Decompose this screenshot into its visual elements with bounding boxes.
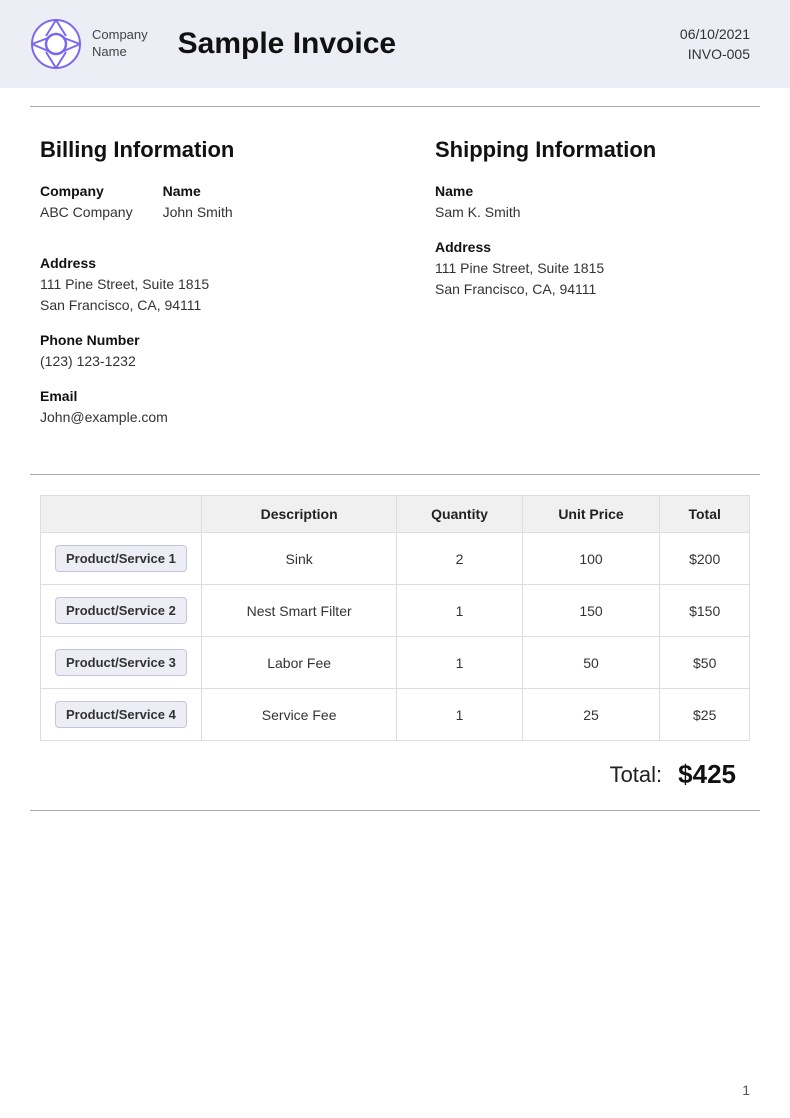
billing-company-label: Company	[40, 183, 133, 199]
description-cell: Sink	[201, 533, 397, 585]
billing-address-line2: San Francisco, CA, 94111	[40, 295, 355, 316]
col-header-unit-price: Unit Price	[522, 496, 660, 533]
service-cell: Product/Service 1	[41, 533, 202, 585]
billing-phone-label: Phone Number	[40, 332, 355, 348]
unit-price-cell: 25	[522, 689, 660, 741]
bottom-divider	[30, 810, 760, 811]
invoice-date: 06/10/2021	[680, 26, 750, 42]
billing-info: Billing Information Company ABC Company …	[40, 137, 395, 444]
header: Company Name Sample Invoice 06/10/2021 I…	[0, 0, 790, 88]
description-cell: Labor Fee	[201, 637, 397, 689]
billing-email-value: John@example.com	[40, 407, 355, 428]
billing-email-field: Email John@example.com	[40, 388, 355, 428]
billing-name-value: John Smith	[163, 202, 233, 223]
invoice-number: INVO-005	[680, 46, 750, 62]
page-number: 1	[742, 1082, 750, 1098]
service-cell: Product/Service 3	[41, 637, 202, 689]
billing-phone-value: (123) 123-1232	[40, 351, 355, 372]
unit-price-cell: 150	[522, 585, 660, 637]
unit-price-cell: 50	[522, 637, 660, 689]
table-row: Product/Service 3 Labor Fee150$50	[41, 637, 750, 689]
description-cell: Service Fee	[201, 689, 397, 741]
service-cell: Product/Service 2	[41, 585, 202, 637]
col-header-total: Total	[660, 496, 750, 533]
shipping-section-title: Shipping Information	[435, 137, 750, 163]
unit-price-cell: 100	[522, 533, 660, 585]
billing-company-value: ABC Company	[40, 202, 133, 223]
company-name-text: Company Name	[92, 27, 148, 61]
service-label: Product/Service 2	[55, 597, 187, 624]
service-label: Product/Service 3	[55, 649, 187, 676]
invoice-title: Sample Invoice	[178, 27, 396, 61]
billing-company-name-grid: Company ABC Company Name John Smith	[40, 183, 355, 239]
total-cell: $50	[660, 637, 750, 689]
quantity-cell: 1	[397, 585, 522, 637]
table-row: Product/Service 4 Service Fee125$25	[41, 689, 750, 741]
total-cell: $150	[660, 585, 750, 637]
table-row: Product/Service 2 Nest Smart Filter1150$1…	[41, 585, 750, 637]
billing-address-label: Address	[40, 255, 355, 271]
shipping-address-line2: San Francisco, CA, 94111	[435, 279, 750, 300]
col-header-description: Description	[201, 496, 397, 533]
service-cell: Product/Service 4	[41, 689, 202, 741]
info-section: Billing Information Company ABC Company …	[40, 137, 750, 444]
billing-email-label: Email	[40, 388, 355, 404]
service-label: Product/Service 1	[55, 545, 187, 572]
shipping-name-field: Name Sam K. Smith	[435, 183, 750, 223]
col-header-quantity: Quantity	[397, 496, 522, 533]
shipping-address-line1: 111 Pine Street, Suite 1815	[435, 258, 750, 279]
shipping-address-field: Address 111 Pine Street, Suite 1815 San …	[435, 239, 750, 300]
col-header-empty	[41, 496, 202, 533]
shipping-name-value: Sam K. Smith	[435, 202, 750, 223]
quantity-cell: 1	[397, 689, 522, 741]
body-content: Billing Information Company ABC Company …	[0, 107, 790, 851]
info-divider	[30, 474, 760, 475]
billing-phone-field: Phone Number (123) 123-1232	[40, 332, 355, 372]
quantity-cell: 2	[397, 533, 522, 585]
invoice-table: Description Quantity Unit Price Total Pr…	[40, 495, 750, 741]
total-cell: $200	[660, 533, 750, 585]
invoice-page: Company Name Sample Invoice 06/10/2021 I…	[0, 0, 790, 1118]
billing-address-line1: 111 Pine Street, Suite 1815	[40, 274, 355, 295]
table-header-row: Description Quantity Unit Price Total	[41, 496, 750, 533]
shipping-info: Shipping Information Name Sam K. Smith A…	[395, 137, 750, 444]
header-left: Company Name Sample Invoice	[30, 18, 396, 70]
billing-name-field: Name John Smith	[163, 183, 233, 223]
shipping-address-label: Address	[435, 239, 750, 255]
table-section: Description Quantity Unit Price Total Pr…	[40, 495, 750, 800]
total-label: Total:	[610, 762, 663, 788]
total-value: $425	[678, 759, 736, 790]
billing-section-title: Billing Information	[40, 137, 355, 163]
company-logo-icon	[30, 18, 82, 70]
description-cell: Nest Smart Filter	[201, 585, 397, 637]
quantity-cell: 1	[397, 637, 522, 689]
header-right: 06/10/2021 INVO-005	[680, 26, 750, 62]
billing-name-label: Name	[163, 183, 233, 199]
billing-company-field: Company ABC Company	[40, 183, 133, 223]
shipping-name-label: Name	[435, 183, 750, 199]
billing-address-field: Address 111 Pine Street, Suite 1815 San …	[40, 255, 355, 316]
service-label: Product/Service 4	[55, 701, 187, 728]
total-row: Total: $425	[40, 741, 750, 800]
table-row: Product/Service 1 Sink2100$200	[41, 533, 750, 585]
total-cell: $25	[660, 689, 750, 741]
